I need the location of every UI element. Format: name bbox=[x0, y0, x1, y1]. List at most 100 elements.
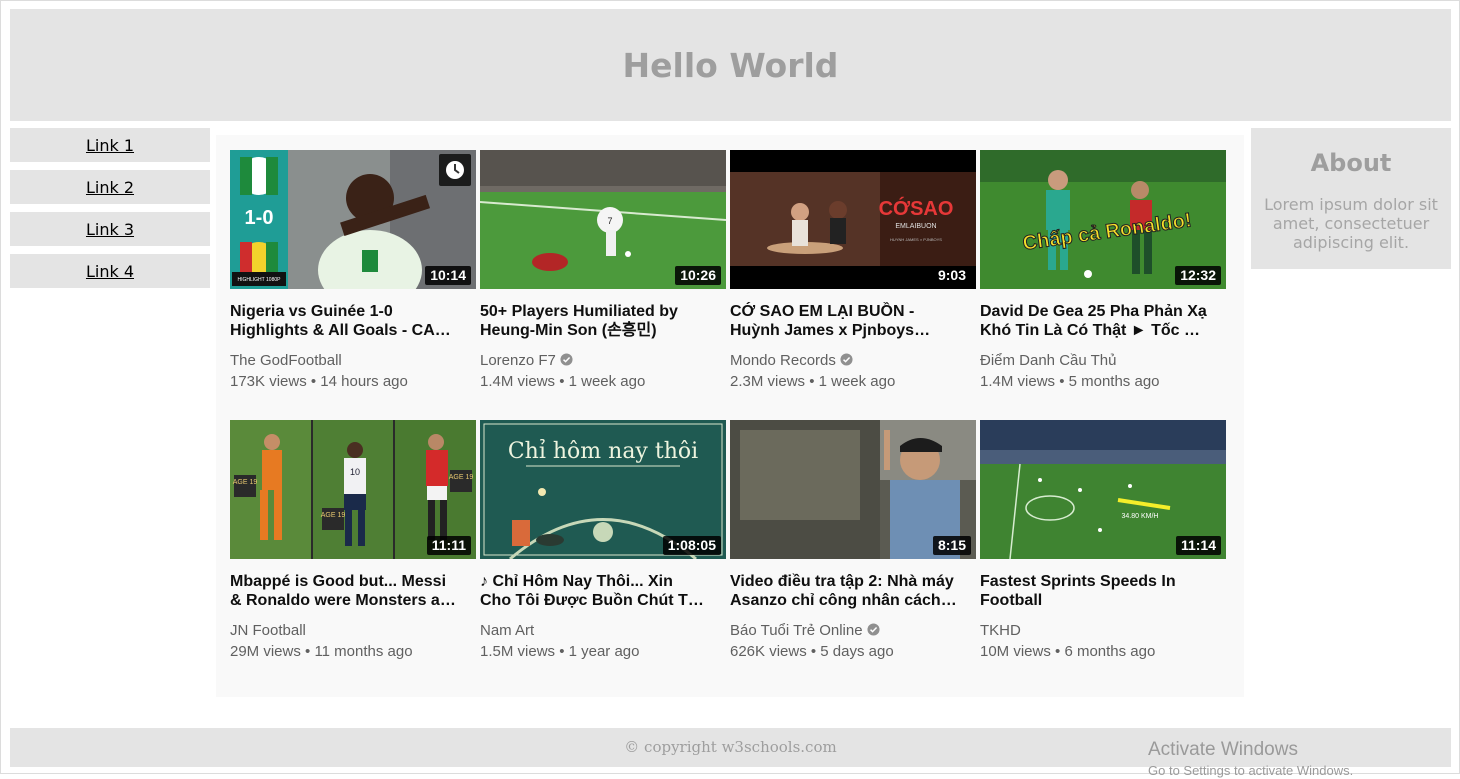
video-channel[interactable]: Điểm Danh Cầu Thủ bbox=[980, 351, 1226, 371]
video-title-line1: ♪ Chỉ Hôm Nay Thôi... Xin bbox=[480, 573, 673, 590]
video-title[interactable]: Mbappé is Good but... Messi & Ronaldo we… bbox=[230, 572, 462, 610]
video-title-line2: Asanzo chỉ công nhân cách… bbox=[730, 592, 957, 609]
video-meta: 1.4M views • 1 week ago bbox=[480, 373, 646, 390]
video-channel[interactable]: Nam Art bbox=[480, 621, 726, 641]
video-title-line1: CỚ SAO EM LẠI BUỒN - bbox=[730, 303, 915, 320]
channel-name: Lorenzo F7 bbox=[480, 352, 556, 369]
thumb-speed-label: 34.80 KM/H bbox=[1122, 513, 1159, 520]
video-title-line1: Video điều tra tập 2: Nhà máy bbox=[730, 573, 954, 590]
video-title-line2: & Ronaldo were Monsters a… bbox=[230, 592, 456, 609]
video-duration: 11:11 bbox=[426, 536, 471, 555]
video-title-line1: David De Gea 25 Pha Phản Xạ bbox=[980, 303, 1207, 320]
thumb-age-label: AGE 19 bbox=[321, 512, 346, 519]
thumb-poster-title: CỚSAO bbox=[879, 196, 954, 220]
video-title-line2: Football bbox=[980, 592, 1043, 609]
video-thumbnail[interactable]: AGE 19 10 AGE 19 AGE 19 11:11 bbox=[230, 420, 476, 559]
video-channel[interactable]: JN Football bbox=[230, 621, 476, 641]
nav-link-1[interactable]: Link 1 bbox=[10, 128, 210, 162]
video-title[interactable]: ♪ Chỉ Hôm Nay Thôi... Xin Cho Tôi Được B… bbox=[480, 572, 712, 610]
video-meta: 1.5M views • 1 year ago bbox=[480, 643, 640, 660]
thumb-score: 1-0 bbox=[245, 207, 274, 229]
video-title-line2: Cho Tôi Được Buồn Chút Th… bbox=[480, 592, 712, 609]
nav-link-4[interactable]: Link 4 bbox=[10, 254, 210, 288]
video-thumbnail[interactable]: Chấp cả Ronaldo! 12:32 bbox=[980, 150, 1226, 289]
video-channel[interactable]: The GodFootball bbox=[230, 351, 476, 371]
video-card[interactable]: 34.80 KM/H 11:14 Fastest Sprints Speeds … bbox=[980, 420, 1226, 662]
video-grid-panel: 1-0 HIGHLIGHT 1080P 10:14 Nigeria vs Gui… bbox=[216, 135, 1244, 697]
nav-link-2[interactable]: Link 2 bbox=[10, 170, 210, 204]
video-title-line2: Khó Tin Là Có Thật ► Tốc … bbox=[980, 322, 1200, 339]
video-title-line2: Highlights & All Goals - CAN… bbox=[230, 322, 462, 339]
video-title[interactable]: CỚ SAO EM LẠI BUỒN - Huỳnh James x Pjnbo… bbox=[730, 302, 962, 340]
channel-name: The GodFootball bbox=[230, 352, 342, 369]
video-card[interactable]: AGE 19 10 AGE 19 AGE 19 11:11 Mbappé is … bbox=[230, 420, 476, 662]
channel-name: Mondo Records bbox=[730, 352, 836, 369]
side-nav: Link 1 Link 2 Link 3 Link 4 bbox=[10, 128, 210, 296]
video-title[interactable]: Video điều tra tập 2: Nhà máy Asanzo chỉ… bbox=[730, 572, 962, 610]
video-meta: 10M views • 6 months ago bbox=[980, 643, 1156, 660]
thumb-shirt-number: 10 bbox=[350, 467, 360, 477]
video-meta: 173K views • 14 hours ago bbox=[230, 373, 408, 390]
verified-check-icon bbox=[560, 353, 573, 366]
video-card[interactable]: Chỉ hôm nay thôi 1:08:05 ♪ Chỉ Hôm Nay T… bbox=[480, 420, 726, 662]
watermark-subtitle: Go to Settings to activate Windows. bbox=[1148, 763, 1354, 778]
watermark-title: Activate Windows bbox=[1148, 739, 1298, 760]
about-heading: About bbox=[1310, 149, 1392, 177]
video-card[interactable]: CỚSAO EMLAIBUON HUYNH JAMES × PJNBOYS 9:… bbox=[730, 150, 976, 392]
video-channel[interactable]: TKHD bbox=[980, 621, 1226, 641]
video-thumbnail[interactable]: 1-0 HIGHLIGHT 1080P 10:14 bbox=[230, 150, 476, 289]
video-title-line2: Heung-Min Son (손흥민) bbox=[480, 322, 657, 339]
thumb-poster-credits: HUYNH JAMES × PJNBOYS bbox=[890, 237, 942, 242]
activate-windows-watermark: Activate Windows Go to Settings to activ… bbox=[1148, 739, 1353, 779]
about-panel: About Lorem ipsum dolor sit amet, consec… bbox=[1251, 128, 1451, 269]
video-thumbnail[interactable]: 7 10:26 bbox=[480, 150, 726, 289]
channel-name: JN Football bbox=[230, 622, 306, 639]
thumb-player-number: 7 bbox=[607, 216, 612, 226]
video-title[interactable]: 50+ Players Humiliated by Heung-Min Son … bbox=[480, 302, 712, 340]
video-thumbnail[interactable]: CỚSAO EMLAIBUON HUYNH JAMES × PJNBOYS 9:… bbox=[730, 150, 976, 289]
video-duration: 9:03 bbox=[932, 266, 971, 285]
video-meta: 29M views • 11 months ago bbox=[230, 643, 413, 660]
verified-check-icon bbox=[867, 623, 880, 636]
video-meta: 2.3M views • 1 week ago bbox=[730, 373, 896, 390]
thumb-lyric-title: Chỉ hôm nay thôi bbox=[508, 438, 698, 464]
thumb-score-badge: HIGHLIGHT 1080P bbox=[238, 277, 282, 283]
video-duration: 10:14 bbox=[425, 266, 471, 285]
video-card[interactable]: 1-0 HIGHLIGHT 1080P 10:14 Nigeria vs Gui… bbox=[230, 150, 476, 392]
video-duration: 10:26 bbox=[675, 266, 721, 285]
video-duration: 11:14 bbox=[1175, 536, 1221, 555]
video-meta: 626K views • 5 days ago bbox=[730, 643, 894, 660]
video-card[interactable]: 8:15 Video điều tra tập 2: Nhà máy Asanz… bbox=[730, 420, 976, 662]
video-thumbnail[interactable]: Chỉ hôm nay thôi 1:08:05 bbox=[480, 420, 726, 559]
thumb-poster-subtitle: EMLAIBUON bbox=[895, 223, 936, 230]
video-card[interactable]: 7 10:26 50+ Players Humiliated by Heung-… bbox=[480, 150, 726, 392]
nav-link-3[interactable]: Link 3 bbox=[10, 212, 210, 246]
video-channel[interactable]: Lorenzo F7 bbox=[480, 351, 726, 371]
video-title-line1: Fastest Sprints Speeds In bbox=[980, 573, 1176, 590]
video-thumbnail[interactable]: 34.80 KM/H 11:14 bbox=[980, 420, 1226, 559]
video-channel[interactable]: Báo Tuổi Trẻ Online bbox=[730, 621, 976, 641]
video-card[interactable]: Chấp cả Ronaldo! 12:32 David De Gea 25 P… bbox=[980, 150, 1226, 392]
video-title-line1: Mbappé is Good but... Messi bbox=[230, 573, 447, 590]
video-title-line1: Nigeria vs Guinée 1-0 bbox=[230, 303, 393, 320]
video-meta: 1.4M views • 5 months ago bbox=[980, 373, 1160, 390]
video-thumbnail[interactable]: 8:15 bbox=[730, 420, 976, 559]
video-title[interactable]: David De Gea 25 Pha Phản Xạ Khó Tin Là C… bbox=[980, 302, 1212, 340]
video-channel[interactable]: Mondo Records bbox=[730, 351, 976, 371]
thumb-age-label: AGE 19 bbox=[233, 479, 258, 486]
video-duration: 8:15 bbox=[932, 536, 971, 555]
about-text: Lorem ipsum dolor sit amet, consectetuer… bbox=[1264, 195, 1438, 252]
watch-later-icon[interactable] bbox=[439, 154, 471, 186]
video-duration: 1:08:05 bbox=[662, 536, 721, 555]
channel-name: Điểm Danh Cầu Thủ bbox=[980, 352, 1117, 369]
video-title-line2: Huỳnh James x Pjnboys… bbox=[730, 322, 931, 339]
verified-check-icon bbox=[840, 353, 853, 366]
thumb-age-label: AGE 19 bbox=[449, 474, 474, 481]
page-title: Hello World bbox=[622, 45, 839, 85]
video-duration: 12:32 bbox=[1175, 266, 1221, 285]
video-title-line1: 50+ Players Humiliated by bbox=[480, 303, 678, 320]
channel-name: Báo Tuổi Trẻ Online bbox=[730, 622, 863, 639]
video-title[interactable]: Nigeria vs Guinée 1-0 Highlights & All G… bbox=[230, 302, 462, 340]
page-header: Hello World bbox=[10, 9, 1451, 121]
video-title[interactable]: Fastest Sprints Speeds In Football bbox=[980, 572, 1212, 610]
